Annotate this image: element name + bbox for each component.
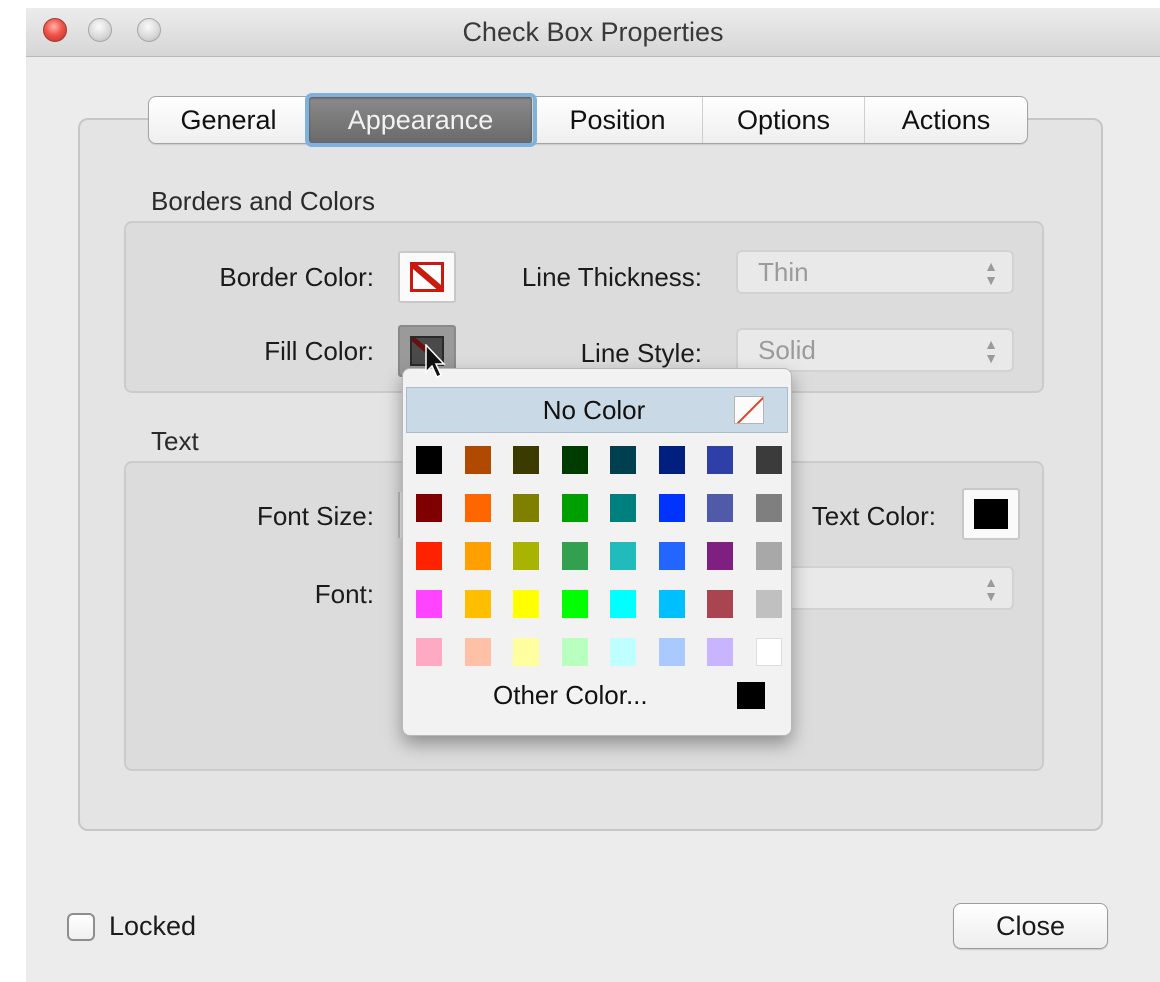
color-swatch-r4-c2[interactable]	[465, 590, 491, 618]
color-swatch-r3-c8[interactable]	[756, 542, 782, 570]
text-color-swatch	[974, 499, 1008, 529]
color-swatch-r4-c5[interactable]	[610, 590, 636, 618]
color-swatch-r4-c3[interactable]	[513, 590, 539, 618]
no-color-label: No Color	[542, 395, 646, 425]
window-title: Check Box Properties	[462, 17, 724, 47]
color-swatch-r5-c1[interactable]	[416, 638, 442, 666]
border-color-button[interactable]	[398, 251, 456, 303]
check-box-properties-window: Check Box Properties General Appearance …	[26, 8, 1160, 982]
no-color-option[interactable]: No Color	[406, 387, 788, 433]
color-palette-popup: No Color Other Color...	[402, 368, 792, 736]
color-swatch-r1-c8[interactable]	[756, 446, 782, 474]
border-color-swatch	[410, 262, 444, 292]
color-swatch-r4-c8[interactable]	[756, 590, 782, 618]
tab-appearance[interactable]: Appearance	[309, 97, 533, 143]
color-swatch-r2-c8[interactable]	[756, 494, 782, 522]
other-color-label: Other Color...	[493, 680, 648, 710]
color-swatch-r3-c6[interactable]	[659, 542, 685, 570]
color-swatch-r2-c7[interactable]	[707, 494, 733, 522]
color-swatch-r4-c6[interactable]	[659, 590, 685, 618]
line-thickness-label: Line Thickness:	[521, 262, 702, 292]
color-swatch-r2-c4[interactable]	[562, 494, 588, 522]
no-color-slash-icon	[413, 265, 441, 289]
select-arrows-icon: ▲ ▼	[984, 336, 998, 366]
line-style-value: Solid	[758, 335, 816, 365]
mouse-pointer-icon	[425, 344, 446, 379]
tab-options[interactable]: Options	[703, 97, 865, 143]
tab-position[interactable]: Position	[533, 97, 703, 143]
color-swatch-r5-c4[interactable]	[562, 638, 588, 666]
color-swatch-r5-c8[interactable]	[756, 638, 782, 666]
color-swatch-r3-c2[interactable]	[465, 542, 491, 570]
color-swatch-r5-c3[interactable]	[513, 638, 539, 666]
color-swatch-r3-c1[interactable]	[416, 542, 442, 570]
color-swatch-r2-c3[interactable]	[513, 494, 539, 522]
color-swatch-r1-c3[interactable]	[513, 446, 539, 474]
font-select[interactable]: ▲ ▼	[766, 566, 1014, 610]
close-button[interactable]: Close	[953, 903, 1108, 949]
tab-bar: General Appearance Position Options Acti…	[148, 96, 1028, 144]
line-style-label: Line Style:	[580, 338, 702, 368]
color-swatch-r5-c6[interactable]	[659, 638, 685, 666]
color-swatch-r3-c5[interactable]	[610, 542, 636, 570]
color-swatch-r5-c7[interactable]	[707, 638, 733, 666]
text-color-button[interactable]	[962, 488, 1020, 540]
color-swatch-r3-c4[interactable]	[562, 542, 588, 570]
tab-actions[interactable]: Actions	[865, 97, 1027, 143]
color-swatch-r4-c4[interactable]	[562, 590, 588, 618]
color-swatch-r5-c2[interactable]	[465, 638, 491, 666]
color-swatch-r1-c6[interactable]	[659, 446, 685, 474]
locked-checkbox[interactable]	[67, 913, 95, 941]
locked-label: Locked	[109, 911, 197, 941]
tab-general[interactable]: General	[149, 97, 309, 143]
fill-color-label: Fill Color:	[264, 336, 374, 366]
font-label: Font:	[314, 579, 374, 609]
color-swatch-r1-c7[interactable]	[707, 446, 733, 474]
other-color-swatch	[737, 682, 765, 709]
line-thickness-value: Thin	[758, 257, 809, 287]
line-thickness-select[interactable]: Thin ▲ ▼	[736, 250, 1014, 294]
color-swatch-r2-c6[interactable]	[659, 494, 685, 522]
color-swatch-r3-c3[interactable]	[513, 542, 539, 570]
other-color-option[interactable]: Other Color...	[403, 673, 793, 717]
font-size-label: Font Size:	[256, 501, 374, 531]
color-swatch-r2-c2[interactable]	[465, 494, 491, 522]
no-color-swatch-icon	[734, 396, 764, 424]
color-swatch-r2-c5[interactable]	[610, 494, 636, 522]
select-arrows-icon: ▲ ▼	[984, 574, 998, 604]
line-style-select[interactable]: Solid ▲ ▼	[736, 328, 1014, 372]
color-swatch-r4-c7[interactable]	[707, 590, 733, 618]
border-color-label: Border Color:	[219, 262, 374, 292]
text-heading: Text	[151, 426, 199, 456]
borders-and-colors-heading: Borders and Colors	[151, 186, 375, 216]
color-swatch-r2-c1[interactable]	[416, 494, 442, 522]
color-swatch-r1-c4[interactable]	[562, 446, 588, 474]
color-swatch-r1-c5[interactable]	[610, 446, 636, 474]
title-bar: Check Box Properties	[26, 8, 1160, 57]
color-swatch-r4-c1[interactable]	[416, 590, 442, 618]
color-swatch-r3-c7[interactable]	[707, 542, 733, 570]
select-arrows-icon: ▲ ▼	[984, 258, 998, 288]
color-swatch-r1-c2[interactable]	[465, 446, 491, 474]
color-swatch-r1-c1[interactable]	[416, 446, 442, 474]
color-swatch-r5-c5[interactable]	[610, 638, 636, 666]
